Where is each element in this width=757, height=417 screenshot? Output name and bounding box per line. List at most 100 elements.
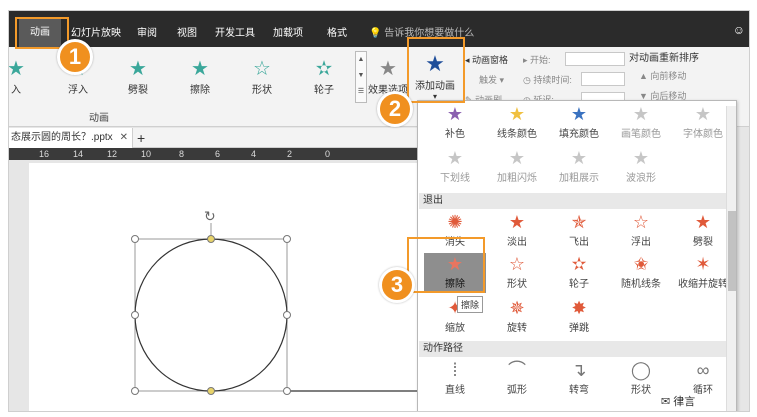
tab-view[interactable]: 视图 xyxy=(177,24,197,39)
lightbulb-icon: 💡 xyxy=(369,28,382,39)
rotate-handle-icon[interactable]: ↻ xyxy=(204,208,216,224)
document-tab[interactable]: 态展示圆的周长？.pptx ✕ xyxy=(9,128,133,148)
star-icon: ★ xyxy=(570,148,588,168)
dropdown-scrollbar[interactable] xyxy=(726,106,736,411)
animation-pane-button[interactable]: ◂ 动画窗格 xyxy=(465,53,508,66)
play-icon: ▸ xyxy=(523,55,531,65)
circle-path-icon: ◯ xyxy=(630,360,652,380)
exit-shape[interactable]: ☆ 形状 xyxy=(486,253,548,293)
anim-font-color[interactable]: ★ 字体颜色 xyxy=(672,103,734,143)
ruler-tick: 6 xyxy=(215,149,221,159)
star-icon: ★ xyxy=(191,58,209,80)
star-icon: ★ xyxy=(632,104,650,124)
reorder-title: 对动画重新排序 xyxy=(629,53,699,64)
path-arcs[interactable]: ⌒ 弧形 xyxy=(486,359,548,399)
clock-icon: ◷ xyxy=(523,75,534,85)
wechat-icon: ✉ xyxy=(661,396,674,408)
section-motion-paths: 动作路径 xyxy=(419,341,727,357)
star-icon: ☆ xyxy=(508,254,526,274)
anim-line-color[interactable]: ★ 线条颜色 xyxy=(486,103,548,143)
tab-slideshow[interactable]: 幻灯片放映 xyxy=(71,24,121,39)
tab-addins[interactable]: 加载项 xyxy=(273,24,303,39)
tooltip: 擦除 xyxy=(457,296,484,313)
anim-wave[interactable]: ★ 波浪形 xyxy=(610,147,672,187)
duration-label: ◷ 持续时间: xyxy=(523,75,572,85)
effect-split[interactable]: ★ 劈裂 xyxy=(113,57,163,96)
move-earlier-button[interactable]: ▲ 向前移动 xyxy=(639,69,686,82)
exit-shrink-turn[interactable]: ✶ 收缩并旋转 xyxy=(672,253,734,293)
star-icon: ✫ xyxy=(571,254,587,274)
slide-canvas[interactable]: ↻ xyxy=(29,163,424,412)
ruler-tick: 0 xyxy=(325,149,331,159)
tab-format[interactable]: 格式 xyxy=(327,24,347,39)
star-icon: ✸ xyxy=(571,298,587,318)
arc-path-icon: ⌒ xyxy=(508,360,526,380)
anim-underline[interactable]: ★ 下划线 xyxy=(424,147,486,187)
ruler-tick: 8 xyxy=(179,149,185,159)
star-icon: ✯ xyxy=(571,212,587,232)
ruler-tick: 14 xyxy=(73,149,84,159)
exit-fade[interactable]: ★ 淡出 xyxy=(486,211,548,251)
duration-input[interactable] xyxy=(581,72,625,86)
horizontal-ruler: 16 14 12 10 8 6 4 2 0 xyxy=(9,148,419,160)
exit-fly-out[interactable]: ✯ 飞出 xyxy=(548,211,610,251)
exit-split[interactable]: ★ 劈裂 xyxy=(672,211,734,251)
star-icon: ★ xyxy=(8,58,25,80)
star-icon: ✺ xyxy=(447,212,463,232)
section-exit: 退出 xyxy=(419,193,727,209)
star-icon: ★ xyxy=(508,212,526,232)
callout-number-1: 1 xyxy=(57,39,93,75)
callout-highlight-add xyxy=(407,37,465,103)
star-icon: ★ xyxy=(379,58,397,80)
star-icon: ★ xyxy=(129,58,147,80)
effect-wipe[interactable]: ★ 擦除 xyxy=(175,57,225,96)
exit-wheel[interactable]: ✫ 轮子 xyxy=(548,253,610,293)
star-icon: ✵ xyxy=(509,298,525,318)
anim-complementary-color[interactable]: ★ 补色 xyxy=(424,103,486,143)
anim-bold-flash[interactable]: ★ 加粗闪烁 xyxy=(486,147,548,187)
star-icon: ★ xyxy=(508,148,526,168)
star-icon: ★ xyxy=(694,104,712,124)
star-icon: ✫ xyxy=(315,58,333,80)
tab-developer[interactable]: 开发工具 xyxy=(215,24,255,39)
anim-bold-reveal[interactable]: ★ 加粗展示 xyxy=(548,147,610,187)
line-path-icon: ⁞ xyxy=(452,360,458,380)
ribbon-tabs-bar: 动画 幻灯片放映 审阅 视图 开发工具 加载项 格式 💡 告诉我你想要做什么 ☺ xyxy=(9,11,749,47)
effect-wheel[interactable]: ✫ 轮子 xyxy=(299,57,349,96)
ruler-tick: 4 xyxy=(251,149,257,159)
exit-random-bars[interactable]: ✬ 随机线条 xyxy=(610,253,672,293)
group-label-animation: 动画 xyxy=(89,113,109,124)
exit-swivel[interactable]: ✵ 旋转 xyxy=(486,297,548,337)
circle-shape[interactable] xyxy=(134,238,288,392)
star-icon: ★ xyxy=(446,148,464,168)
exit-bounce[interactable]: ✸ 弹跳 xyxy=(548,297,610,337)
circle-shape-svg[interactable]: ↻ xyxy=(29,163,424,412)
loop-path-icon: ∞ xyxy=(696,360,710,380)
anim-fill-color[interactable]: ★ 填充颜色 xyxy=(548,103,610,143)
trigger-button[interactable]: 触发 ▾ xyxy=(479,73,504,86)
document-tab-strip: 态展示圆的周长？.pptx ✕ + xyxy=(9,128,419,148)
scrollbar-thumb[interactable] xyxy=(728,211,736,291)
tab-review[interactable]: 审阅 xyxy=(137,24,157,39)
user-icon[interactable]: ☺ xyxy=(733,23,745,37)
exit-float-out[interactable]: ☆ 浮出 xyxy=(610,211,672,251)
star-icon: ✬ xyxy=(633,254,649,274)
effect-partial-in[interactable]: ★ 入 xyxy=(8,57,41,96)
star-icon: ★ xyxy=(570,104,588,124)
star-icon: ★ xyxy=(446,104,464,124)
effect-options-button[interactable]: ★ 效果选项 xyxy=(365,57,411,96)
path-lines[interactable]: ⁞ 直线 xyxy=(424,359,486,399)
close-icon[interactable]: ✕ xyxy=(120,128,128,148)
path-turns[interactable]: ↴ 转弯 xyxy=(548,359,610,399)
effect-shape[interactable]: ☆ 形状 xyxy=(237,57,287,96)
powerpoint-window: 动画 幻灯片放映 审阅 视图 开发工具 加载项 格式 💡 告诉我你想要做什么 ☺… xyxy=(8,10,750,412)
anim-brush-color[interactable]: ★ 画笔颜色 xyxy=(610,103,672,143)
start-label: ▸ 开始: xyxy=(523,55,551,65)
start-select[interactable] xyxy=(565,52,625,66)
pane-icon: ◂ xyxy=(465,55,473,65)
ruler-tick: 2 xyxy=(287,149,293,159)
star-icon: ✶ xyxy=(695,254,711,274)
star-icon: ★ xyxy=(508,104,526,124)
new-tab-button[interactable]: + xyxy=(137,128,145,148)
star-icon: ★ xyxy=(632,148,650,168)
